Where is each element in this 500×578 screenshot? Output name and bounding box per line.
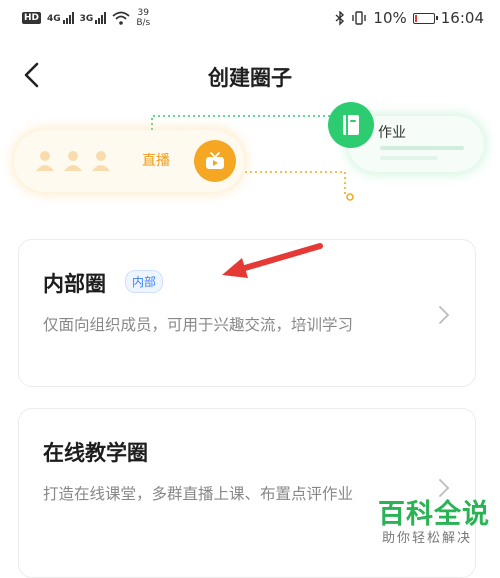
hd-badge: HD <box>22 12 42 24</box>
placeholder-line <box>380 146 464 150</box>
status-right: 10% 16:04 <box>335 9 484 27</box>
clock: 16:04 <box>440 9 484 27</box>
watermark: 百科全说 助你轻松解决 <box>356 490 496 550</box>
homework-label: 作业 <box>378 125 406 141</box>
tv-icon <box>194 140 236 182</box>
speed-value: 39 <box>137 8 149 18</box>
live-label: 直播 <box>142 153 170 169</box>
user-placeholder-icon <box>92 151 110 171</box>
page-header: 创建圈子 <box>0 52 500 100</box>
signal-label: 3G <box>79 14 94 24</box>
battery-percent: 10% <box>373 9 407 27</box>
red-annotation-arrow <box>222 243 323 278</box>
user-placeholder-icon <box>36 151 54 171</box>
status-left: HD 4G 3G 39 B/s <box>22 8 150 28</box>
vibrate-icon <box>352 11 367 25</box>
bluetooth-icon <box>335 10 345 26</box>
wifi-icon <box>112 11 130 25</box>
placeholder-line <box>380 156 438 160</box>
chevron-right-icon <box>439 306 450 324</box>
option-description: 打造在线课堂，多群直播上课、布置点评作业 <box>43 485 354 503</box>
network-speed: 39 B/s <box>136 8 150 28</box>
speed-unit: B/s <box>136 18 151 28</box>
internal-badge: 内部 <box>125 270 164 293</box>
option-description: 仅面向组织成员，可用于兴趣交流，培训学习 <box>43 316 354 334</box>
feature-illustration: 直播 作业 <box>0 102 500 218</box>
signal-strength-icon: 3G <box>80 12 107 24</box>
option-title: 在线教学圈 <box>43 441 148 465</box>
status-bar: HD 4G 3G 39 B/s 10% 16:04 <box>0 0 500 40</box>
user-placeholder-icon <box>64 151 82 171</box>
watermark-title: 百科全说 <box>378 499 490 530</box>
page-title: 创建圈子 <box>208 66 292 90</box>
live-feature-card: 直播 <box>14 130 244 192</box>
battery-icon <box>412 12 438 24</box>
signal-strength-icon: 4G <box>47 12 74 24</box>
option-title: 内部圈 <box>43 272 106 296</box>
book-icon <box>328 102 374 148</box>
watermark-subtitle: 助你轻松解决 <box>382 531 473 546</box>
signal-label: 4G <box>47 14 61 24</box>
